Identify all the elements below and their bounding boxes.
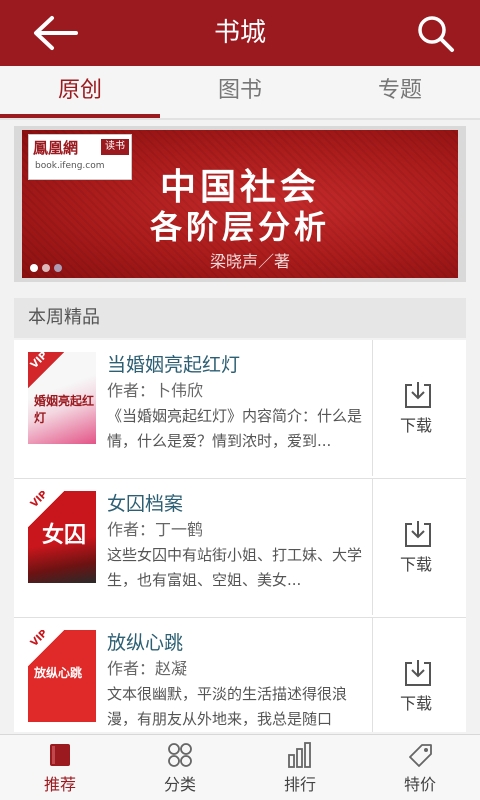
- book-description: 《当婚姻亮起红灯》内容简介：什么是情，什么是爱？情到浓时，爱到...: [107, 407, 363, 450]
- pager-dot[interactable]: [54, 264, 62, 272]
- book-list: VIP 婚姻亮起红灯 当婚姻亮起红灯 作者：卜伟欣 《当婚姻亮起红灯》内容简介：…: [14, 340, 466, 732]
- item-divider: [372, 618, 373, 732]
- pager-dot[interactable]: [42, 264, 50, 272]
- tag-icon: [409, 744, 432, 767]
- nav-label: 推荐: [43, 775, 76, 794]
- promo-banner[interactable]: 鳳凰網 读书 book.ifeng.com 中国社会 各阶层分析 梁晓声／著: [22, 130, 458, 278]
- book-author: 作者：丁一鹤: [107, 520, 204, 539]
- download-button[interactable]: 下载: [400, 519, 436, 575]
- item-divider: [372, 479, 373, 615]
- grid-circles-icon: [168, 743, 192, 767]
- book-icon: [50, 744, 70, 766]
- nav-label: 特价: [403, 775, 436, 794]
- nav-label: 排行: [283, 775, 316, 794]
- download-button[interactable]: 下载: [400, 658, 436, 714]
- logo-text: 鳳凰網: [33, 139, 79, 157]
- book-title[interactable]: 当婚姻亮起红灯: [107, 350, 240, 377]
- logo-badge: 读书: [101, 139, 129, 155]
- book-cover[interactable]: VIP 放纵心跳: [28, 630, 96, 722]
- section-title: 本周精品: [28, 307, 100, 328]
- list-item[interactable]: VIP 女囚 女囚档案 作者：丁一鹤 这些女囚中有站街小姐、打工妹、大学生，也有…: [14, 479, 466, 618]
- nav-recommend[interactable]: 推荐: [0, 735, 120, 800]
- category-tabs: 原创 图书 专题: [0, 66, 480, 118]
- vip-badge: VIP: [28, 630, 64, 666]
- book-author: 作者：赵凝: [107, 659, 188, 678]
- nav-ranking[interactable]: 排行: [240, 735, 360, 800]
- section-header: 本周精品: [14, 298, 466, 338]
- tab-books[interactable]: 图书: [160, 66, 320, 118]
- banner-pager: [30, 264, 62, 272]
- download-icon: [405, 382, 431, 408]
- list-item[interactable]: VIP 放纵心跳 放纵心跳 作者：赵凝 文本很幽默，平淡的生活描述得很浪漫，有朋…: [14, 618, 466, 732]
- cover-title: 女囚: [42, 523, 87, 548]
- banner-subheadline: 各阶层分析: [149, 208, 330, 246]
- download-label: 下载: [400, 555, 433, 574]
- cover-title: 放纵心跳: [34, 666, 83, 680]
- book-title[interactable]: 女囚档案: [107, 489, 183, 516]
- search-icon[interactable]: [414, 12, 458, 56]
- pager-dot[interactable]: [30, 264, 38, 272]
- list-item[interactable]: VIP 婚姻亮起红灯 当婚姻亮起红灯 作者：卜伟欣 《当婚姻亮起红灯》内容简介：…: [14, 340, 466, 479]
- item-divider: [372, 340, 373, 476]
- bar-chart-icon: [288, 742, 311, 768]
- nav-special-price[interactable]: 特价: [360, 735, 480, 800]
- page-title: 书城: [213, 18, 266, 48]
- book-author: 作者：卜伟欣: [107, 381, 204, 400]
- top-bar: 书城: [0, 0, 480, 66]
- download-icon: [405, 521, 431, 547]
- download-icon: [405, 660, 431, 686]
- vip-badge: VIP: [28, 352, 64, 388]
- download-button[interactable]: 下载: [400, 380, 436, 436]
- app-root: 书城 原创 图书 专题 鳳凰網 读书 book.ifeng.com 中国社会 各…: [0, 0, 480, 800]
- nav-label: 分类: [163, 775, 196, 794]
- nav-category[interactable]: 分类: [120, 735, 240, 800]
- book-title[interactable]: 放纵心跳: [107, 628, 183, 655]
- tab-original[interactable]: 原创: [0, 66, 160, 118]
- download-label: 下载: [400, 694, 433, 713]
- book-description: 文本很幽默，平淡的生活描述得很浪漫，有朋友从外地来，我总是随口: [107, 685, 348, 728]
- cover-title: 婚姻亮起红灯: [34, 394, 95, 425]
- book-description: 这些女囚中有站街小姐、打工妹、大学生，也有富姐、空姐、美女...: [107, 546, 363, 589]
- bottom-nav: 推荐 分类 排行 特价: [0, 734, 480, 800]
- book-cover[interactable]: VIP 婚姻亮起红灯: [28, 352, 96, 444]
- banner-author: 梁晓声／著: [210, 252, 291, 271]
- book-cover[interactable]: VIP 女囚: [28, 491, 96, 583]
- download-label: 下载: [400, 416, 433, 435]
- tab-topics[interactable]: 专题: [320, 66, 480, 118]
- tabs-divider: [0, 118, 480, 120]
